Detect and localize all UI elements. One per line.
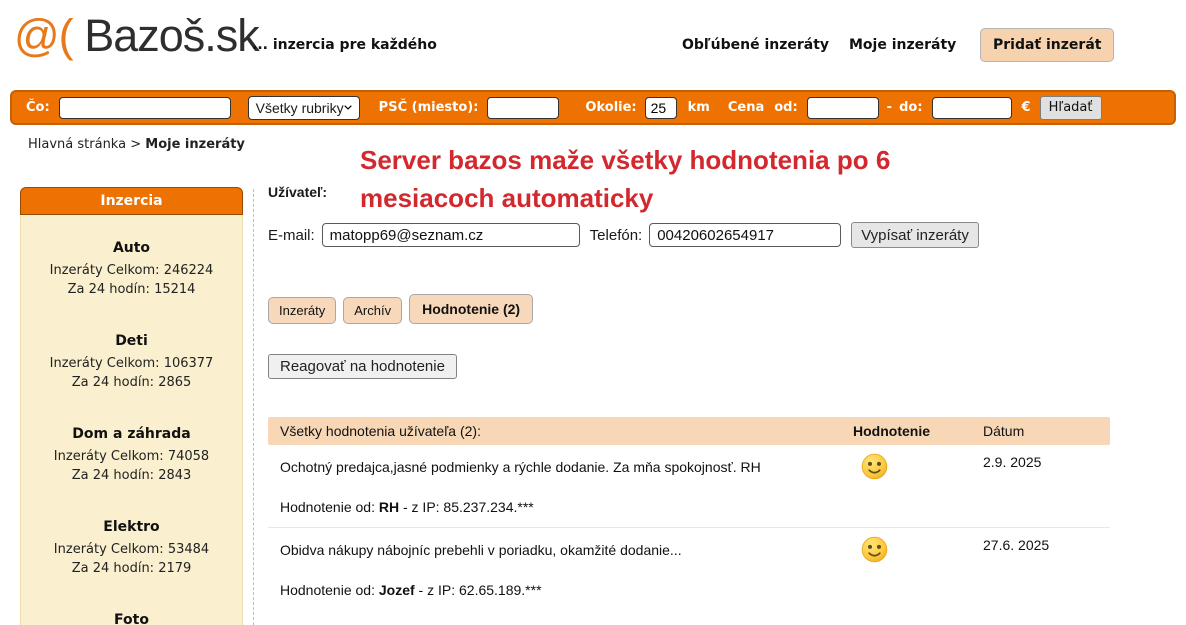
tab-bar: Inzeráty Archív Hodnotenie (2) bbox=[268, 294, 533, 324]
sidebar-category-deti: Deti Inzeráty Celkom: 106377 Za 24 hodín… bbox=[21, 333, 242, 392]
last24-value: 2865 bbox=[158, 375, 191, 390]
last24-value: 15214 bbox=[154, 282, 195, 297]
breadcrumb-separator: > bbox=[130, 137, 141, 152]
sidebar-category-elektro: Elektro Inzeráty Celkom: 53484 Za 24 hod… bbox=[21, 519, 242, 578]
smiley-positive-icon bbox=[861, 536, 888, 563]
search-zip-input[interactable] bbox=[487, 97, 559, 119]
category-link-elektro[interactable]: Elektro bbox=[21, 519, 242, 536]
tab-archiv[interactable]: Archív bbox=[343, 297, 402, 324]
last24-label: Za 24 hodín: bbox=[72, 468, 154, 483]
rating-from-label: Hodnotenie od: bbox=[280, 499, 375, 515]
phone-label: Telefón: bbox=[590, 227, 643, 244]
search-bar: Čo: Všetky rubriky PSČ (miesto): Okolie:… bbox=[10, 90, 1176, 125]
search-submit-button[interactable]: Hľadať bbox=[1040, 96, 1102, 120]
search-radius-input[interactable] bbox=[645, 97, 677, 119]
breadcrumb-home-link[interactable]: Hlavná stránka bbox=[28, 137, 126, 152]
phone-field[interactable] bbox=[649, 223, 841, 247]
last24-value: 2843 bbox=[158, 468, 191, 483]
annotation-line-1: Server bazos maže všetky hodnotenia po 6 bbox=[360, 141, 890, 179]
breadcrumb: Hlavná stránka > Moje inzeráty bbox=[28, 137, 245, 152]
nav-favorite-ads-link[interactable]: Obľúbené inzeráty bbox=[682, 37, 829, 53]
last24-value: 2179 bbox=[158, 561, 191, 576]
last24-label: Za 24 hodín: bbox=[72, 561, 154, 576]
breadcrumb-current: Moje inzeráty bbox=[145, 137, 245, 152]
total-value: 53484 bbox=[168, 542, 209, 557]
rating-author-name: RH bbox=[379, 499, 399, 515]
ratings-title: Všetky hodnotenia užívateľa (2): bbox=[280, 423, 853, 439]
search-price-to-label: do: bbox=[899, 100, 922, 115]
respond-to-rating-button[interactable]: Reagovať na hodnotenie bbox=[268, 354, 457, 379]
rating-row: Ochotný predajca,jasné podmienky a rýchl… bbox=[268, 445, 1110, 483]
search-what-label: Čo: bbox=[26, 100, 50, 115]
ratings-header-row: Všetky hodnotenia užívateľa (2): Hodnote… bbox=[268, 417, 1110, 445]
add-ad-button[interactable]: Pridať inzerát bbox=[980, 28, 1114, 62]
user-contact-row: E-mail: Telefón: Vypísať inzeráty bbox=[268, 222, 979, 248]
search-zip-label: PSČ (miesto): bbox=[379, 100, 479, 115]
search-price-dash: - bbox=[887, 100, 892, 115]
search-price-from-label: od: bbox=[774, 100, 797, 115]
smiley-positive-icon bbox=[861, 453, 888, 480]
sidebar-category-foto: Foto bbox=[21, 612, 242, 625]
annotation-line-2: mesiacoch automaticky bbox=[360, 179, 890, 217]
tab-inzeraty[interactable]: Inzeráty bbox=[268, 297, 336, 324]
total-value: 106377 bbox=[164, 356, 214, 371]
rating-author-ip: - z IP: 85.237.234.*** bbox=[399, 499, 534, 515]
search-price-label: Cena bbox=[728, 100, 764, 115]
last24-label: Za 24 hodín: bbox=[72, 375, 154, 390]
search-radius-unit: km bbox=[688, 100, 710, 115]
category-selected-value: Všetky rubriky bbox=[256, 100, 344, 116]
search-radius-label: Okolie: bbox=[585, 100, 636, 115]
total-label: Inzeráty Celkom: bbox=[54, 449, 164, 464]
search-price-to-input[interactable] bbox=[932, 97, 1012, 119]
chevron-down-icon bbox=[344, 104, 352, 111]
rating-author-line: Hodnotenie od: Jozef - z IP: 62.65.189.*… bbox=[268, 566, 1110, 610]
email-field[interactable] bbox=[322, 223, 580, 247]
tab-hodnotenie[interactable]: Hodnotenie (2) bbox=[409, 294, 533, 324]
last24-label: Za 24 hodín: bbox=[68, 282, 150, 297]
search-what-input[interactable] bbox=[59, 97, 231, 119]
rating-message: Ochotný predajca,jasné podmienky a rýchl… bbox=[280, 459, 853, 475]
sidebar-category-dom-a-zahrada: Dom a záhrada Inzeráty Celkom: 74058 Za … bbox=[21, 426, 242, 485]
rating-date: 27.6. 2025 bbox=[983, 537, 1098, 553]
currency-symbol: € bbox=[1022, 100, 1031, 115]
rating-author-ip: - z IP: 62.65.189.*** bbox=[415, 582, 542, 598]
category-select[interactable]: Všetky rubriky bbox=[248, 96, 360, 120]
rating-author-line: Hodnotenie od: RH - z IP: 85.237.234.*** bbox=[268, 483, 1110, 527]
rating-author-name: Jozef bbox=[379, 582, 415, 598]
search-price-from-input[interactable] bbox=[807, 97, 879, 119]
total-label: Inzeráty Celkom: bbox=[54, 542, 164, 557]
rating-date: 2.9. 2025 bbox=[983, 454, 1098, 470]
rating-from-label: Hodnotenie od: bbox=[280, 582, 375, 598]
annotation-text: Server bazos maže všetky hodnotenia po 6… bbox=[360, 141, 890, 217]
sidebar-title: Inzercia bbox=[20, 187, 243, 215]
logo-at-icon: @( bbox=[14, 10, 73, 61]
category-link-foto[interactable]: Foto bbox=[21, 612, 242, 625]
rating-column-header: Hodnotenie bbox=[853, 423, 983, 439]
sidebar-body: Auto Inzeráty Celkom: 246224 Za 24 hodín… bbox=[20, 215, 243, 625]
site-tagline: ... inzercia pre každého bbox=[252, 37, 437, 53]
sidebar-category-auto: Auto Inzeráty Celkom: 246224 Za 24 hodín… bbox=[21, 240, 242, 299]
sidebar-content-divider bbox=[253, 189, 254, 625]
category-link-deti[interactable]: Deti bbox=[21, 333, 242, 350]
user-label: Užívateľ: bbox=[268, 184, 327, 200]
total-value: 74058 bbox=[168, 449, 209, 464]
site-logo[interactable]: @( Bazoš.sk bbox=[14, 10, 259, 62]
rating-message: Obidva nákupy nábojníc prebehli v poriad… bbox=[280, 542, 853, 558]
email-label: E-mail: bbox=[268, 227, 315, 244]
sidebar-inzercia: Inzercia Auto Inzeráty Celkom: 246224 Za… bbox=[20, 187, 243, 625]
list-ads-button[interactable]: Vypísať inzeráty bbox=[851, 222, 979, 248]
ratings-table: Všetky hodnotenia užívateľa (2): Hodnote… bbox=[268, 417, 1110, 610]
total-label: Inzeráty Celkom: bbox=[50, 263, 160, 278]
nav-my-ads-link[interactable]: Moje inzeráty bbox=[849, 37, 956, 53]
logo-text: Bazoš.sk bbox=[84, 10, 259, 61]
total-label: Inzeráty Celkom: bbox=[50, 356, 160, 371]
date-column-header: Dátum bbox=[983, 423, 1098, 439]
category-link-dom-a-zahrada[interactable]: Dom a záhrada bbox=[21, 426, 242, 443]
category-link-auto[interactable]: Auto bbox=[21, 240, 242, 257]
total-value: 246224 bbox=[164, 263, 214, 278]
rating-row: Obidva nákupy nábojníc prebehli v poriad… bbox=[268, 527, 1110, 566]
